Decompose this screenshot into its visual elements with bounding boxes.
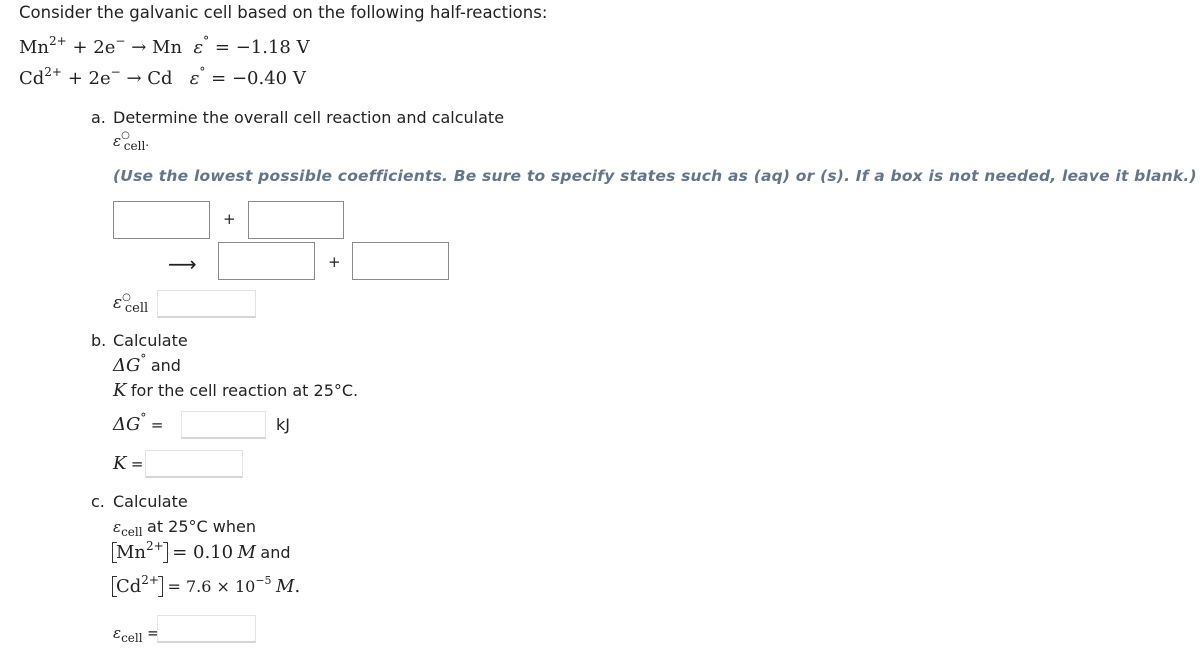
ecell-label: εcell = <box>113 622 160 645</box>
mn-conc-value: = 0.10 <box>172 542 234 563</box>
delta-g-symbol: ΔG <box>113 355 141 376</box>
cell-subscript: cell <box>124 301 149 316</box>
equals-sign: = <box>130 455 144 473</box>
epsilon-symbol: ε <box>193 37 204 58</box>
potential-value: = −1.18 V <box>214 37 310 58</box>
cd-unit: M <box>276 576 295 597</box>
part-b-line1: Calculate <box>113 331 188 350</box>
electrons: + 2e <box>72 37 116 58</box>
half-reaction-mn: Mn2+ + 2e− → Mn ε° = −1.18 V <box>19 34 310 58</box>
delta-g-label: ΔG° = <box>113 411 164 435</box>
cd-concentration: Cd2+ = 7.6 × 10−5 M. <box>112 574 300 597</box>
part-a-marker: a. <box>91 108 106 127</box>
epsilon-symbol: ε <box>189 68 200 89</box>
cd-conc-value: = 7.6 × 10 <box>167 577 256 596</box>
electron-charge: − <box>110 65 121 79</box>
line3-text: for the cell reaction at 25°C. <box>130 381 359 400</box>
and-text: and <box>150 356 181 375</box>
electrons: + 2e <box>67 68 111 89</box>
period: . <box>294 576 301 597</box>
part-a-ecell-symbol: ε○cell. <box>113 131 150 153</box>
reaction-arrow: ⟶ <box>168 252 197 276</box>
mn-ion: Mn <box>116 542 147 563</box>
line2-text: at 25°C when <box>147 517 257 536</box>
part-c-line2: εcell at 25°C when <box>113 516 257 539</box>
cell-subscript: cell <box>121 631 143 645</box>
part-b-marker: b. <box>91 331 107 350</box>
charge: 2+ <box>44 65 62 79</box>
electron-charge: − <box>115 34 126 48</box>
epsilon: ε <box>113 518 122 536</box>
ecell-input[interactable] <box>157 615 256 643</box>
epsilon: ε <box>113 293 123 313</box>
mn-charge: 2+ <box>146 539 164 553</box>
potential-value: = −0.40 V <box>211 68 306 89</box>
ecell-standard-input[interactable] <box>157 290 256 318</box>
k-symbol: K <box>113 380 127 401</box>
degree: ° <box>140 411 147 425</box>
plus-sign-reactants: + <box>223 210 236 228</box>
delta-g-input[interactable] <box>181 411 266 439</box>
equals-sign: = <box>150 416 164 434</box>
k-symbol: K <box>113 453 127 474</box>
arrow: → <box>131 37 147 58</box>
degree: ° <box>140 352 147 366</box>
delta-g-symbol: ΔG <box>113 414 141 435</box>
and-text: and <box>260 543 291 562</box>
product-2-input[interactable] <box>352 242 449 280</box>
arrow: → <box>126 68 142 89</box>
cd-exponent: −5 <box>255 574 272 587</box>
part-b-line3: K for the cell reaction at 25°C. <box>113 380 358 401</box>
ion: Mn <box>19 37 50 58</box>
cd-charge: 2+ <box>141 573 159 587</box>
period: . <box>145 135 150 149</box>
cell-subscript: cell <box>123 139 146 153</box>
reactant-2-input[interactable] <box>248 201 344 239</box>
instruction-hint: (Use the lowest possible coefficients. B… <box>113 167 1197 185</box>
part-c-marker: c. <box>91 492 105 511</box>
charge: 2+ <box>49 34 67 48</box>
intro-text: Consider the galvanic cell based on the … <box>19 3 548 22</box>
degree: ° <box>199 65 206 79</box>
cd-ion: Cd <box>116 576 142 597</box>
part-c-line1: Calculate <box>113 492 188 511</box>
ion: Cd <box>19 68 45 89</box>
epsilon: ε <box>113 132 122 150</box>
epsilon: ε <box>113 624 122 642</box>
part-a-prompt: Determine the overall cell reaction and … <box>113 108 505 127</box>
reactant-1-input[interactable] <box>113 201 210 239</box>
half-reaction-cd: Cd2+ + 2e− → Cd ε° = −0.40 V <box>19 65 306 89</box>
product: Cd <box>147 68 173 89</box>
mn-concentration: Mn2+ = 0.10 M and <box>112 539 291 563</box>
product-1-input[interactable] <box>218 242 315 280</box>
part-b-line2: ΔG° and <box>113 352 181 376</box>
plus-sign-products: + <box>328 253 341 271</box>
delta-g-unit: kJ <box>276 415 290 434</box>
cell-subscript: cell <box>121 525 143 539</box>
k-label: K = <box>113 453 143 474</box>
product: Mn <box>152 37 183 58</box>
mn-unit: M <box>237 542 256 563</box>
k-input[interactable] <box>145 450 243 478</box>
degree: ° <box>203 34 210 48</box>
